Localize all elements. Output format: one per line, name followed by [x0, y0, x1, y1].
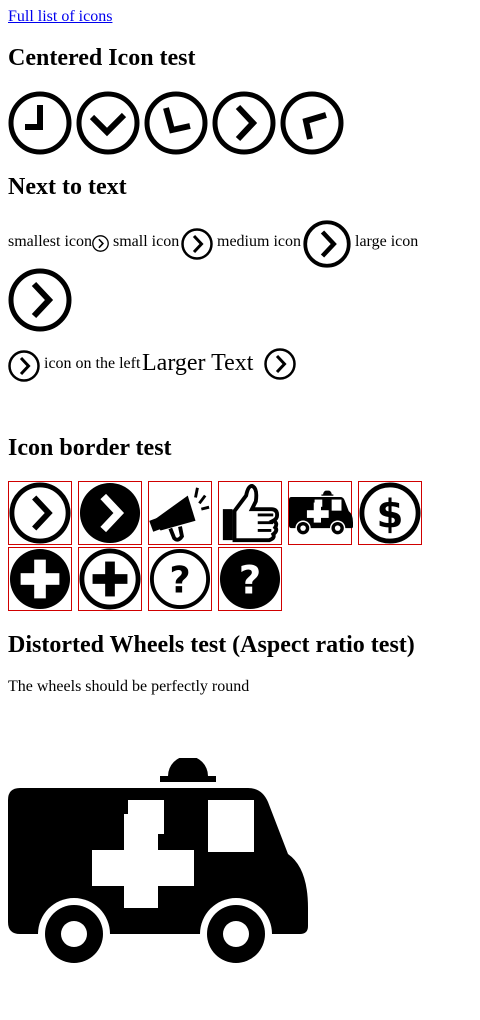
chevron-right-icon [212, 91, 276, 155]
small-icon-label: small icon [113, 233, 180, 250]
smallest-icon-label: smallest icon [8, 233, 92, 250]
chevron-right-icon [181, 228, 213, 260]
chevron-right-icon [8, 350, 40, 382]
clock-left-icon [8, 91, 72, 155]
chevron-right-icon [92, 235, 109, 252]
chevron-right-icon [8, 268, 72, 332]
chevron-right-icon [303, 220, 351, 268]
centered-heading: Centered Icon test [8, 45, 196, 71]
icon-on-left-label: icon on the left [44, 355, 141, 372]
check-icon [76, 91, 140, 155]
ambulance-icon [8, 758, 308, 968]
larger-text-label: Larger Text [142, 350, 254, 376]
svg-text:?: ? [169, 559, 190, 602]
megaphone-icon [148, 481, 212, 545]
wheels-note: The wheels should be perfectly round [8, 678, 250, 695]
medium-icon-label: medium icon [217, 233, 301, 250]
chevron-right-circle-filled-icon [78, 481, 142, 545]
dollar-circle-icon: $ [358, 481, 422, 545]
angle-up-left-icon [280, 91, 344, 155]
large-icon-label: large icon [355, 233, 419, 250]
svg-text:?: ? [239, 559, 261, 604]
ambulance-icon [288, 481, 353, 545]
question-circle-filled-icon: ? [218, 547, 282, 611]
icon-border-heading: Icon border test [8, 435, 172, 461]
chevron-right-icon [264, 348, 296, 380]
full-list-link[interactable]: Full list of icons [8, 8, 112, 26]
thumbs-up-icon [218, 481, 282, 545]
plus-circle-outline-icon [78, 547, 142, 611]
chevron-right-circle-outline-icon [8, 481, 72, 545]
plus-circle-filled-icon [8, 547, 72, 611]
next-to-text-heading: Next to text [8, 174, 127, 200]
angle-down-left-icon [144, 91, 208, 155]
question-circle-outline-icon: ? [148, 547, 212, 611]
wheels-heading: Distorted Wheels test (Aspect ratio test… [8, 632, 415, 658]
svg-text:$: $ [377, 493, 404, 538]
